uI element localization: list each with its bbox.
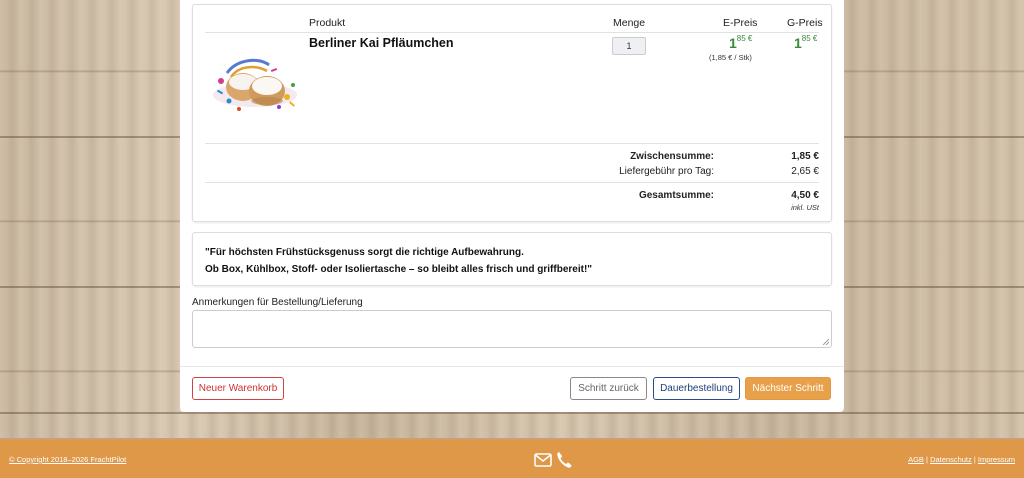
tax-note: inkl. USt (791, 203, 819, 212)
actions-divider (180, 366, 844, 367)
link-separator: | (926, 455, 928, 464)
site-footer: © Copyright 2018–2026 FrachtPilot AGB | … (0, 438, 1024, 478)
new-cart-button[interactable]: Neuer Warenkorb (192, 377, 284, 400)
imprint-link[interactable]: Impressum (978, 455, 1015, 464)
storage-tip-line-1: "Für höchsten Frühstücksgenuss sorgt die… (205, 247, 524, 258)
resize-handle-icon[interactable] (823, 339, 829, 345)
unit-price-cents: 85 € (736, 34, 753, 44)
unit-price: 185 € (729, 34, 753, 51)
phone-icon[interactable] (556, 451, 572, 469)
total-price-main: 1 (794, 35, 802, 51)
link-separator: | (973, 455, 976, 464)
envelope-icon[interactable] (534, 453, 552, 467)
contact-icons (534, 450, 576, 470)
checkout-panel: Produkt Menge E-Preis G-Preis Berliner K… (180, 0, 844, 412)
previous-step-button[interactable]: Schritt zurück (570, 377, 647, 400)
column-header-unit-price: E-Preis (723, 17, 758, 29)
product-name: Berliner Kai Pfläumchen (309, 36, 454, 50)
cart-table: Produkt Menge E-Preis G-Preis Berliner K… (192, 4, 832, 222)
total-price: 185 € (794, 34, 818, 51)
storage-tip-line-2: Ob Box, Kühlbox, Stoff- oder Isoliertasc… (205, 264, 593, 275)
unit-price-main: 1 (729, 35, 737, 51)
next-step-button[interactable]: Nächster Schritt (745, 377, 831, 400)
storage-tip-box: "Für höchsten Frühstücksgenuss sorgt die… (192, 232, 832, 286)
berliner-donut-image (213, 58, 297, 111)
standing-order-button[interactable]: Dauerbestellung (653, 377, 740, 400)
column-header-total-price: G-Preis (787, 17, 823, 29)
summary-divider (205, 143, 819, 144)
legal-links: AGB | Datenschutz | Impressum (908, 455, 1015, 464)
quantity-input[interactable] (612, 37, 646, 55)
order-notes-textarea[interactable] (192, 310, 832, 348)
copyright-link[interactable]: © Copyright 2018–2026 FrachtPilot (9, 455, 126, 464)
delivery-fee-value: 2,65 € (791, 166, 819, 177)
column-header-product: Produkt (309, 17, 346, 29)
wood-plank-line (0, 412, 1024, 414)
agb-link[interactable]: AGB (908, 455, 924, 464)
grand-total-value: 4,50 € (791, 190, 819, 201)
total-divider (205, 182, 819, 183)
subtotal-value: 1,85 € (791, 151, 819, 162)
order-notes-label: Anmerkungen für Bestellung/Lieferung (192, 297, 363, 308)
grand-total-label: Gesamtsumme: (638, 190, 714, 201)
header-divider (205, 32, 819, 33)
privacy-link[interactable]: Datenschutz (930, 455, 972, 464)
delivery-fee-label: Liefergebühr pro Tag: (619, 166, 714, 177)
column-header-quantity: Menge (613, 17, 646, 29)
unit-price-per-piece: (1,85 € / Stk) (709, 53, 752, 62)
total-price-cents: 85 € (801, 34, 818, 44)
subtotal-label: Zwischensumme: (630, 151, 714, 162)
